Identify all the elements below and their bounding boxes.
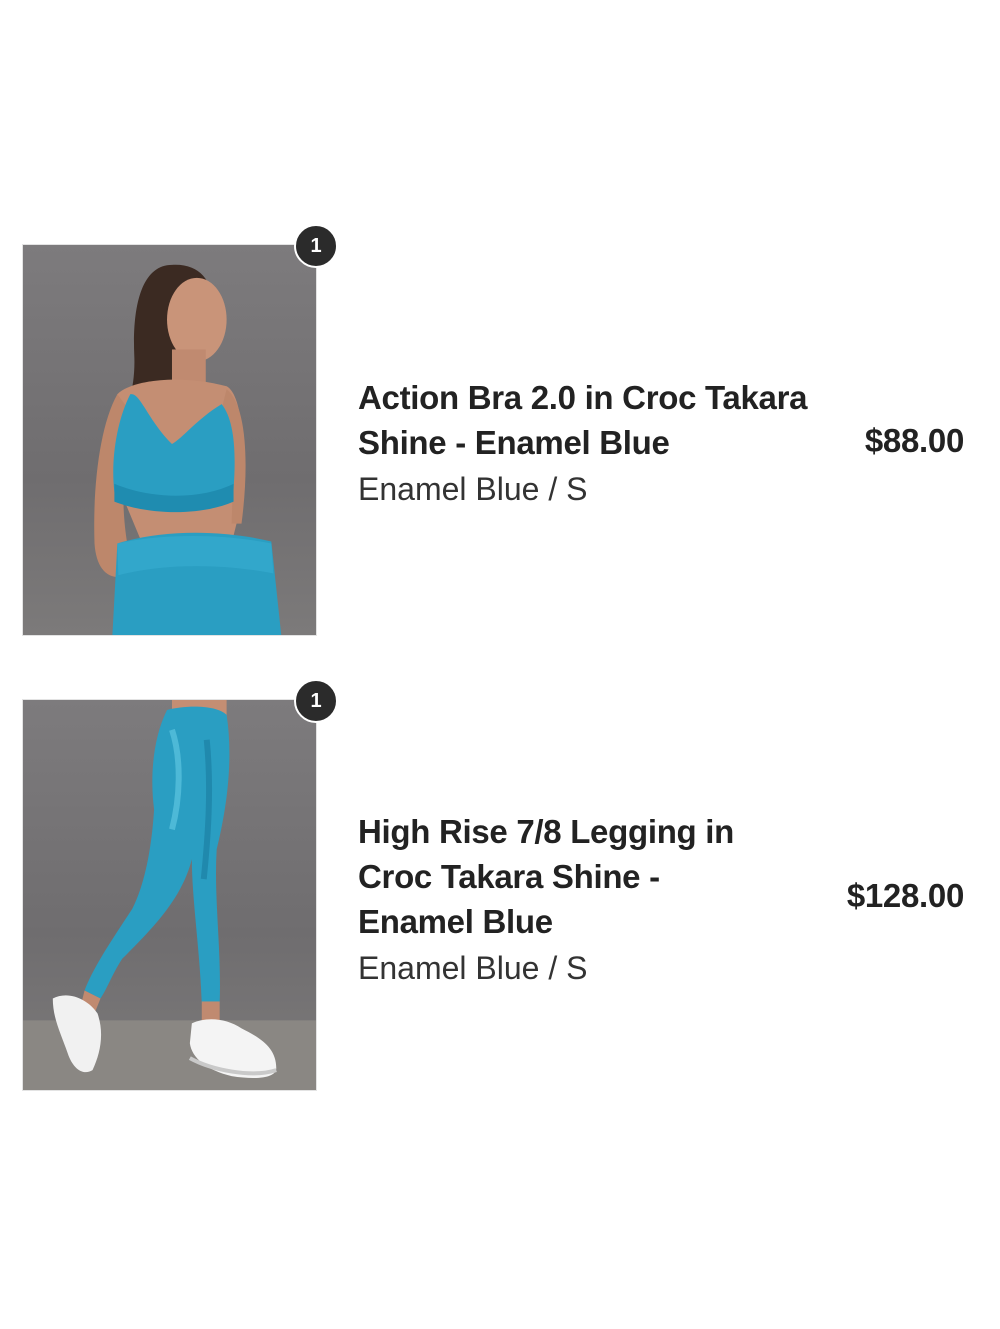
product-image-legging [22, 699, 317, 1091]
product-variant: Enamel Blue / S [358, 950, 588, 986]
line-item-details: High Rise 7/8 Legging in Croc Takara Shi… [358, 809, 818, 991]
line-item-price: $128.00 [846, 877, 964, 914]
line-item: 1 High Rise 7/8 Legging in Croc Takara S… [0, 679, 1000, 1092]
product-title[interactable]: Action Bra 2.0 in Croc Takara Shine - En… [358, 375, 808, 465]
order-summary: 1 Action Bra 2.0 in Croc Takara Shine - … [0, 0, 1000, 1329]
quantity-badge: 1 [294, 224, 338, 268]
quantity-badge: 1 [294, 679, 338, 723]
product-image-sports-bra [22, 244, 317, 636]
line-item-details: Action Bra 2.0 in Croc Takara Shine - En… [358, 375, 818, 512]
line-item-price: $88.00 [864, 422, 964, 459]
product-variant: Enamel Blue / S [358, 471, 588, 507]
line-item: 1 Action Bra 2.0 in Croc Takara Shine - … [0, 224, 1000, 637]
product-title[interactable]: High Rise 7/8 Legging in Croc Takara Shi… [358, 809, 778, 944]
